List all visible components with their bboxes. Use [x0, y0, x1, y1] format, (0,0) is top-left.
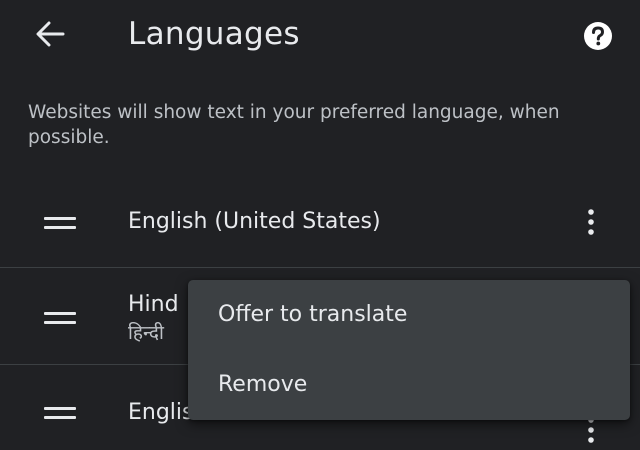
- language-row-english-us[interactable]: English (United States): [0, 180, 640, 268]
- language-options-menu: Offer to translate Remove: [188, 280, 630, 420]
- language-description: Websites will show text in your preferre…: [28, 102, 560, 148]
- help-circle-icon: [584, 22, 612, 50]
- language-native-name: हिन्दी: [128, 322, 164, 344]
- menu-item-label: Offer to translate: [218, 302, 408, 327]
- language-name: English (United States): [128, 209, 381, 234]
- more-vert-icon: [588, 209, 594, 235]
- language-name: Hind: [128, 292, 179, 317]
- drag-handle-icon[interactable]: [44, 407, 76, 421]
- arrow-left-icon: [36, 21, 65, 47]
- page-title: Languages: [128, 16, 300, 52]
- more-options-button[interactable]: [574, 202, 608, 242]
- menu-item-label: Remove: [218, 372, 308, 397]
- drag-handle-icon[interactable]: [44, 217, 76, 231]
- help-button[interactable]: [578, 16, 618, 56]
- languages-settings-screen: Languages Websites will show text in you…: [0, 0, 640, 450]
- menu-item-remove[interactable]: Remove: [188, 350, 630, 420]
- drag-handle-icon[interactable]: [44, 312, 76, 326]
- language-name: Englis: [128, 400, 194, 425]
- menu-item-offer-to-translate[interactable]: Offer to translate: [188, 280, 630, 350]
- more-vert-icon: [588, 417, 594, 443]
- top-app-bar: Languages: [0, 0, 640, 70]
- back-button[interactable]: [28, 14, 72, 54]
